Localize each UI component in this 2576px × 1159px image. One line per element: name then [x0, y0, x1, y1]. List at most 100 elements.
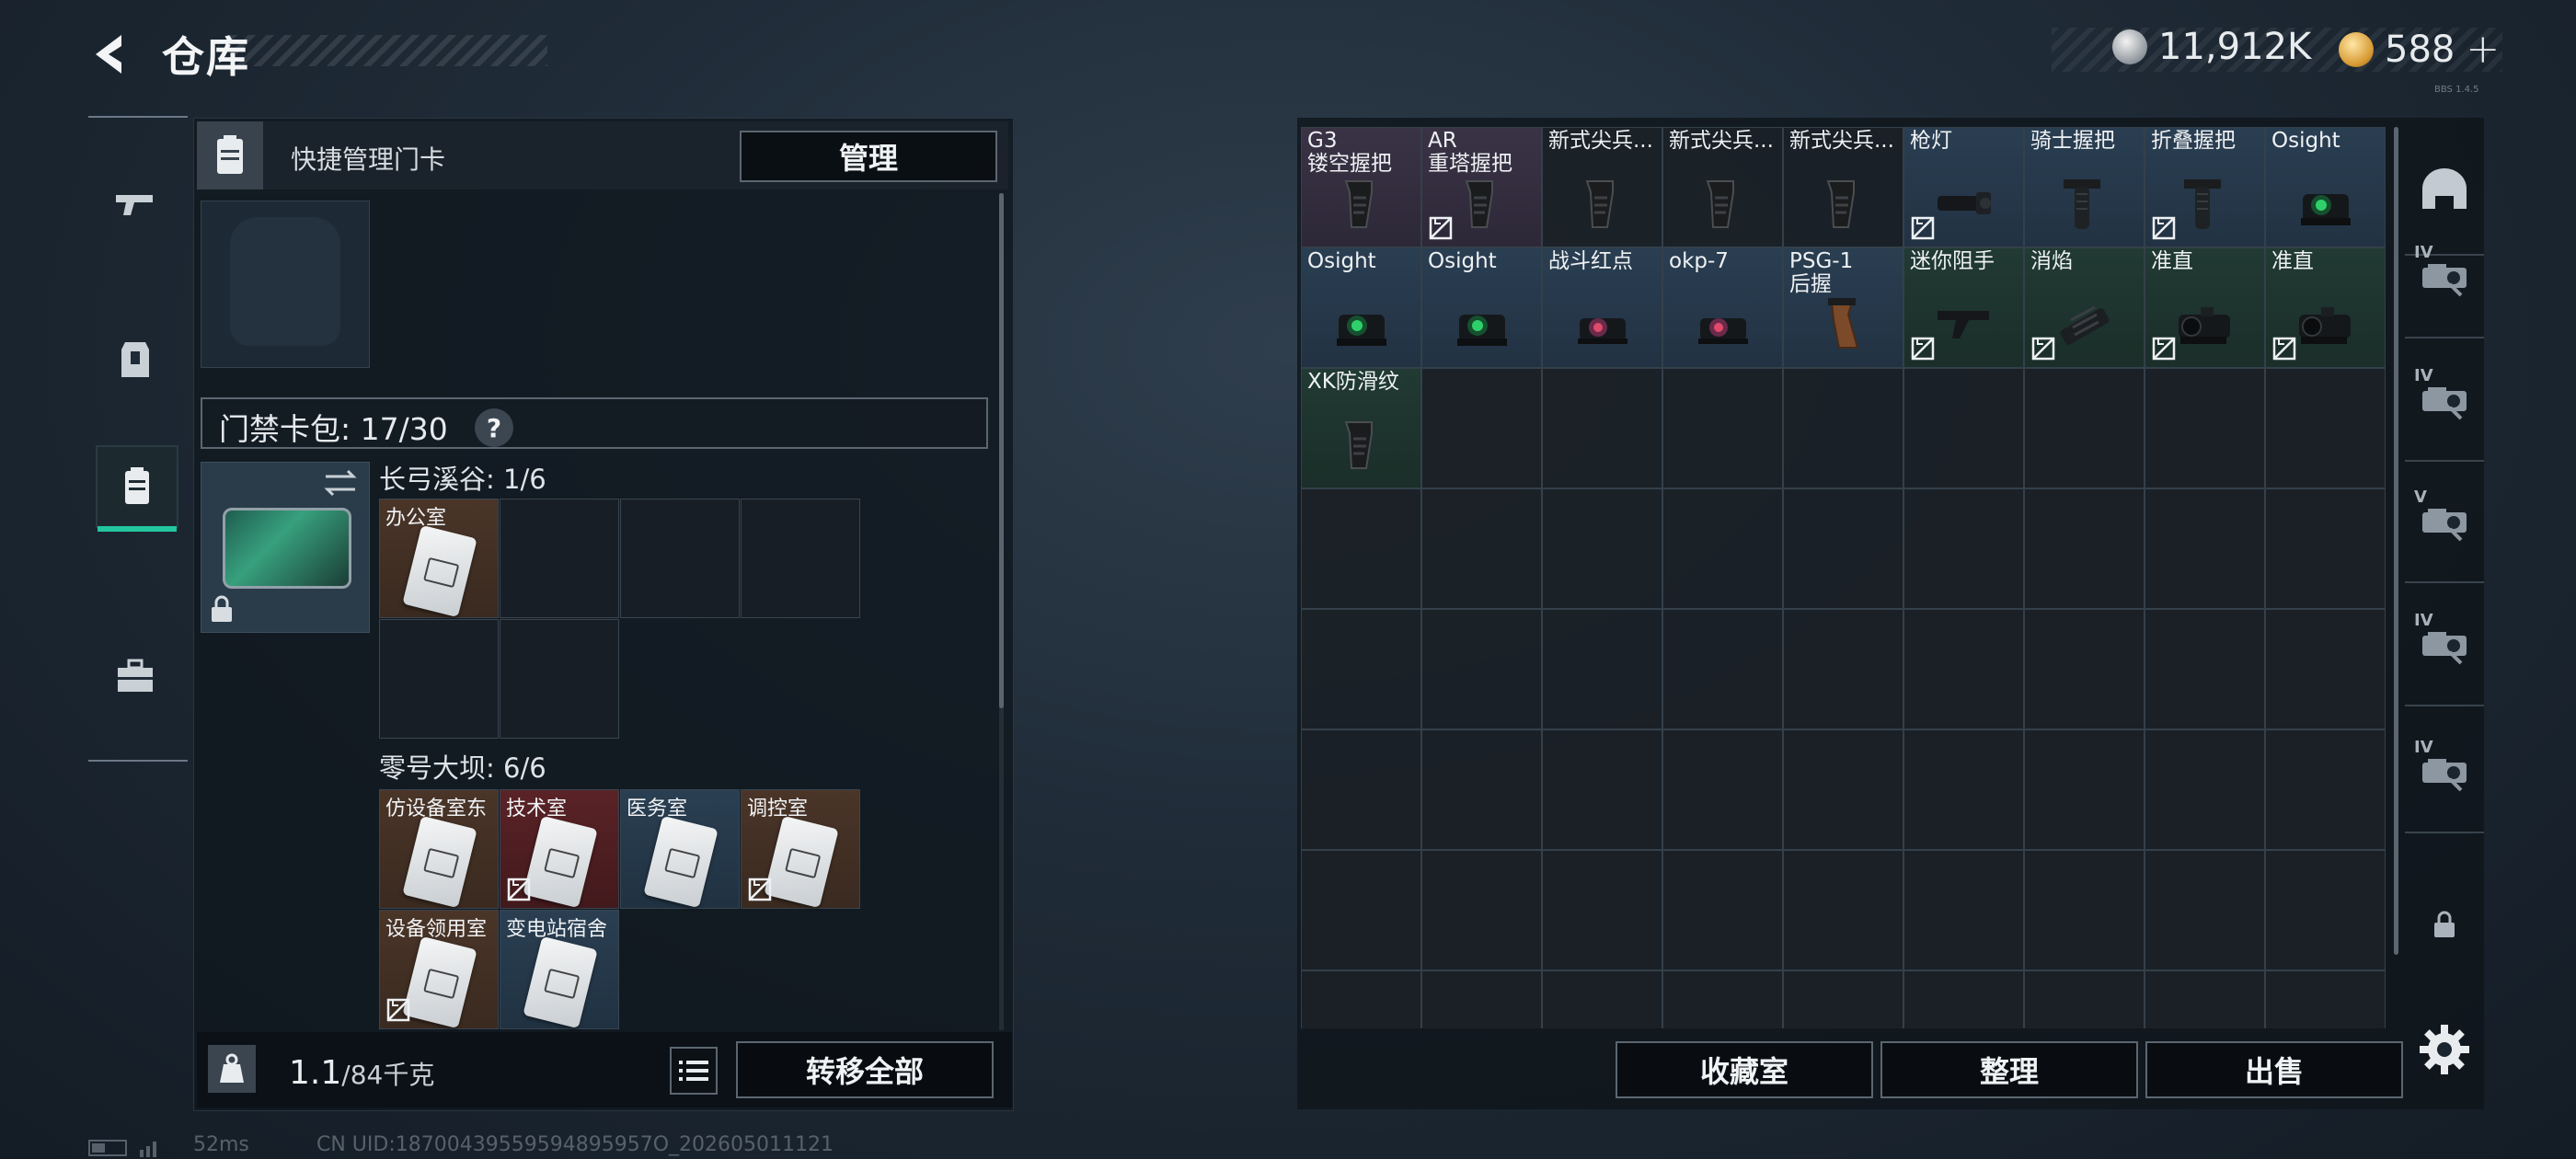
storage-item[interactable]: Osight — [2265, 127, 2386, 247]
scrollbar[interactable] — [999, 193, 1004, 708]
keycard-label: 技术室 — [506, 798, 568, 820]
transfer-all-button[interactable]: 转移全部 — [736, 1041, 994, 1098]
storage-item[interactable]: 准直 — [2145, 247, 2265, 368]
storage-empty-cell — [1662, 970, 1783, 1028]
storage-empty-cell — [1903, 609, 2024, 729]
help-icon[interactable]: ? — [475, 408, 513, 447]
tier-badge: IV — [2414, 738, 2433, 757]
storage-empty-cell — [1542, 729, 1662, 850]
ping-readout: 52ms — [193, 1133, 249, 1156]
storage-empty-cell — [1662, 488, 1783, 609]
storage-empty-cell — [1301, 729, 1421, 850]
weight-max: /84千克 — [341, 1060, 435, 1090]
keycard-slot[interactable]: 办公室 — [379, 499, 499, 618]
nav-armor[interactable] — [96, 320, 175, 399]
item-label: 战斗红点 — [1548, 250, 1633, 273]
sidebar-slot[interactable]: IV — [2405, 603, 2484, 683]
nav-weapons[interactable] — [96, 164, 175, 243]
storage-item[interactable]: 新式尖兵... — [1542, 127, 1662, 247]
nav-toolbox[interactable] — [96, 637, 175, 716]
non-tradeable-icon — [2152, 216, 2176, 240]
storage-item[interactable]: XK防滑纹 — [1301, 368, 1421, 488]
keycard-bag-icon — [125, 467, 149, 504]
storage-item[interactable]: Osight — [1301, 247, 1421, 368]
storage-empty-cell — [1421, 850, 1542, 970]
sight-item-icon — [1337, 315, 1386, 346]
keycard-slot[interactable] — [500, 619, 619, 739]
storage-empty-cell — [1301, 970, 1421, 1028]
tier-badge: IV — [2414, 611, 2433, 630]
storage-item[interactable]: 骑士握把 — [2024, 127, 2145, 247]
sidebar-slot[interactable]: IV — [2405, 730, 2484, 809]
non-tradeable-icon — [386, 998, 410, 1022]
keycard-slot[interactable] — [741, 499, 860, 618]
keycard-slot[interactable]: 仿设备室东 — [379, 789, 499, 909]
list-icon — [679, 1061, 708, 1081]
sidebar-slot[interactable]: IV — [2405, 235, 2484, 315]
storage-empty-cell — [2145, 729, 2265, 850]
item-label: 枪灯 — [1910, 130, 1952, 153]
sort-button[interactable]: 整理 — [1880, 1041, 2138, 1098]
storage-item[interactable]: 准直 — [2265, 247, 2386, 368]
storage-item[interactable]: G3 镂空握把 — [1301, 127, 1421, 247]
storage-empty-cell — [1903, 850, 2024, 970]
collection-room-button[interactable]: 收藏室 — [1616, 1041, 1873, 1098]
keycard-slot[interactable]: 变电站宿舍 — [500, 910, 619, 1029]
storage-scrollbar[interactable] — [2394, 127, 2398, 955]
item-label: Osight — [2271, 130, 2340, 153]
storage-empty-cell — [2024, 850, 2145, 970]
keycard-image — [764, 815, 839, 909]
keycard-slot[interactable] — [379, 619, 499, 739]
non-tradeable-icon — [507, 878, 531, 901]
list-view-button[interactable] — [670, 1047, 718, 1095]
gear-icon[interactable] — [2416, 1021, 2473, 1078]
non-tradeable-icon — [1911, 337, 1935, 361]
keycard-image — [643, 815, 719, 909]
keycard-slot[interactable] — [500, 499, 619, 618]
keycard-slot[interactable] — [620, 499, 740, 618]
item-label: 折叠握把 — [2151, 130, 2236, 153]
storage-item[interactable]: PSG-1 后握 — [1783, 247, 1903, 368]
sidebar-slot[interactable]: V — [2405, 480, 2484, 559]
storage-item[interactable]: AR 重塔握把 — [1421, 127, 1542, 247]
storage-empty-cell — [2265, 729, 2386, 850]
sidebar-slot[interactable] — [2405, 153, 2484, 232]
nav-keycard-bag[interactable] — [96, 445, 178, 532]
toolbox-icon — [118, 659, 153, 692]
storage-item[interactable]: 枪灯 — [1903, 127, 2024, 247]
storage-item[interactable]: okp-7 — [1662, 247, 1783, 368]
swap-icon[interactable] — [322, 467, 359, 499]
sidebar-divider — [2405, 581, 2484, 583]
storage-empty-cell — [2265, 609, 2386, 729]
add-currency-icon[interactable]: + — [2466, 26, 2500, 73]
tier-badge: V — [2414, 488, 2427, 507]
keycard-label: 变电站宿舍 — [506, 918, 608, 941]
sidebar-divider — [2405, 460, 2484, 462]
keycard-slot[interactable]: 技术室 — [500, 789, 619, 909]
storage-item[interactable]: 新式尖兵... — [1662, 127, 1783, 247]
sidebar-slot[interactable] — [2405, 885, 2484, 964]
keycard-image — [402, 524, 477, 618]
storage-item[interactable]: 新式尖兵... — [1783, 127, 1903, 247]
keycard-slot[interactable]: 设备领用室 — [379, 910, 499, 1029]
storage-empty-cell — [2145, 970, 2265, 1028]
storage-item[interactable]: 迷你阻手 — [1903, 247, 2024, 368]
storage-empty-cell — [1783, 488, 1903, 609]
storage-empty-cell — [2024, 970, 2145, 1028]
item-label: 新式尖兵... — [1669, 130, 1774, 153]
manage-button[interactable]: 管理 — [740, 131, 997, 182]
sidebar-slot[interactable]: IV — [2405, 359, 2484, 438]
item-label: PSG-1 后握 — [1789, 250, 1854, 296]
storage-item[interactable]: 战斗红点 — [1542, 247, 1662, 368]
item-label: Osight — [1307, 250, 1376, 273]
sell-button[interactable]: 出售 — [2145, 1041, 2403, 1098]
grip-item-icon — [1826, 180, 1855, 228]
keycard-slot[interactable]: 医务室 — [620, 789, 740, 909]
storage-item[interactable]: 折叠握把 — [2145, 127, 2265, 247]
keycard-slot[interactable]: 调控室 — [741, 789, 860, 909]
gold-currency[interactable]: 588 + — [2339, 26, 2500, 73]
storage-item[interactable]: 消焰 — [2024, 247, 2145, 368]
storage-item[interactable]: Osight — [1421, 247, 1542, 368]
item-label: 新式尖兵... — [1548, 130, 1653, 153]
back-arrow-icon[interactable] — [85, 29, 134, 79]
